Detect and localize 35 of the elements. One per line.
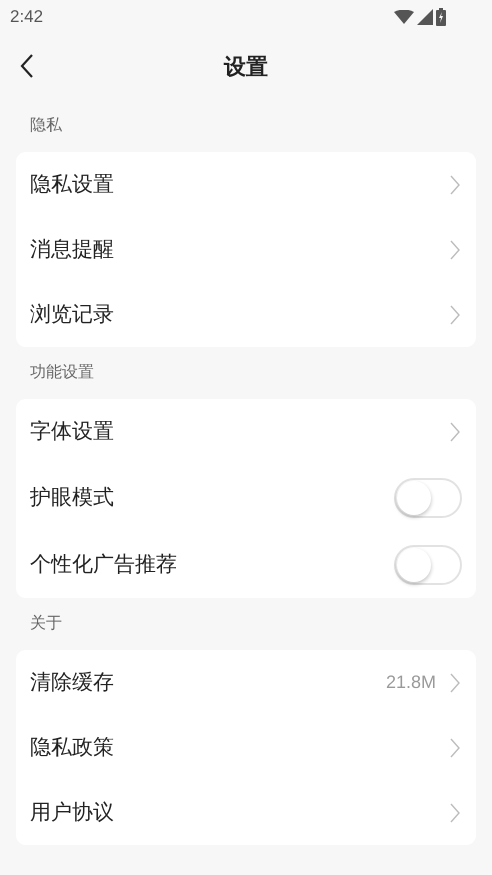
settings-row[interactable]: 隐私政策 [16, 715, 476, 780]
status-time: 2:42 [10, 6, 44, 28]
row-label: 字体设置 [30, 418, 114, 445]
settings-row[interactable]: 浏览记录 [16, 282, 476, 347]
row-label: 个性化广告推荐 [30, 552, 177, 578]
row-label: 护眼模式 [30, 484, 114, 511]
row-label: 用户协议 [30, 800, 114, 826]
toggle-switch[interactable] [394, 544, 462, 584]
chevron-right-icon [450, 422, 460, 442]
signal-icon [417, 9, 433, 25]
toggle-switch[interactable] [394, 478, 462, 518]
settings-row[interactable]: 消息提醒 [16, 217, 476, 282]
settings-row[interactable]: 字体设置 [16, 399, 476, 464]
row-label: 清除缓存 [30, 670, 114, 696]
battery-icon [436, 8, 446, 26]
settings-row[interactable]: 清除缓存 21.8M [16, 650, 476, 715]
chevron-right-icon [450, 174, 460, 194]
wifi-icon [394, 10, 414, 24]
chevron-right-icon [450, 738, 460, 758]
section-title: 关于 [30, 614, 62, 634]
row-label: 消息提醒 [30, 236, 114, 263]
page-title: 设置 [224, 52, 268, 80]
section-title: 功能设置 [30, 362, 94, 383]
chevron-right-icon [450, 802, 460, 822]
chevron-right-icon [450, 672, 460, 692]
row-label: 浏览记录 [30, 302, 114, 328]
chevron-right-icon [450, 240, 460, 260]
row-label: 隐私设置 [30, 172, 114, 198]
settings-row[interactable]: 隐私设置 [16, 152, 476, 217]
chevron-right-icon [450, 304, 460, 324]
back-icon [20, 53, 34, 79]
settings-row[interactable]: 用户协议 [16, 780, 476, 845]
row-label: 隐私政策 [30, 734, 114, 761]
section-title: 隐私 [30, 116, 62, 136]
row-value: 21.8M [386, 671, 436, 694]
